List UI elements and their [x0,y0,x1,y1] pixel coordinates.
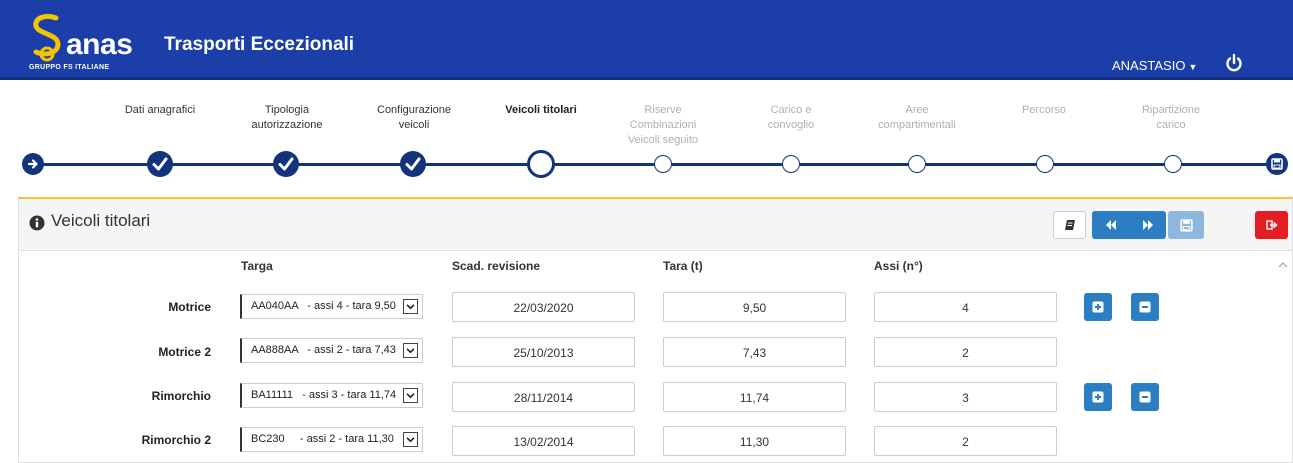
backward-icon [1105,220,1116,230]
chevron-up-icon[interactable] [1277,259,1289,271]
user-menu[interactable]: ANASTASIO ▼ [1112,58,1197,73]
chevron-down-icon [403,388,418,403]
power-icon[interactable] [1224,53,1244,73]
save-icon[interactable] [1266,153,1288,175]
panel-header: Veicoli titolari [19,199,1292,251]
step-label-veicoli-titolari: Veicoli titolari [505,104,577,116]
chevron-down-icon [403,343,418,358]
step-aree-compartimentali[interactable] [908,155,926,173]
step-label-riserve: Riserve Combinazioni Veicoli seguito [627,104,699,146]
targa-select-rimorchio-2[interactable]: BC230 - assi 2 - tara 11,30 [240,427,423,452]
scadenza-field-rimorchio[interactable]: 28/11/2014 [452,382,635,412]
step-ripartizione-carico[interactable] [1164,155,1182,173]
step-tipologia-autorizzazione[interactable] [273,151,299,177]
check-icon [278,157,294,171]
brand-name: anas [66,28,133,61]
step-veicoli-titolari[interactable] [527,150,555,178]
step-riserve[interactable] [654,155,672,173]
assi-field-motrice[interactable]: 4 [874,292,1057,322]
column-header-targa: Targa [241,259,273,273]
book-icon [1064,220,1075,230]
arrow-right-icon[interactable] [22,153,44,175]
scadenza-field-rimorchio-2[interactable]: 13/02/2014 [452,426,635,456]
add-rimorchio-button[interactable] [1084,383,1112,411]
check-icon [405,157,421,171]
forward-icon [1142,220,1153,230]
book-button[interactable] [1053,211,1086,239]
step-label-ripartizione: Ripartizione carico [1141,104,1201,131]
row-label-motrice-2: Motrice 2 [158,345,211,359]
minus-icon [1139,391,1151,403]
scadenza-field-motrice-2[interactable]: 25/10/2013 [452,337,635,367]
app-title: Trasporti Eccezionali [164,34,355,55]
anas-logo[interactable]: anas GRUPPO FS ITALIANE [28,12,148,72]
row-label-motrice: Motrice [168,300,211,314]
assi-field-rimorchio[interactable]: 3 [874,382,1057,412]
step-label-aree: Aree compartimentali [878,104,956,131]
targa-select-rimorchio[interactable]: BA11111 - assi 3 - tara 11,74 [240,383,423,408]
check-icon [152,157,168,171]
step-label-dati-anagrafici: Dati anagrafici [124,104,196,116]
chevron-down-icon [403,432,418,447]
plus-icon [1092,301,1104,313]
step-dati-anagrafici[interactable] [147,151,173,177]
exit-button[interactable] [1255,211,1288,239]
column-header-assi: Assi (n°) [874,259,923,273]
minus-icon [1139,301,1151,313]
step-label-percorso: Percorso [1021,104,1067,116]
row-label-rimorchio: Rimorchio [151,389,211,403]
tara-field-rimorchio-2[interactable]: 11,30 [663,426,846,456]
step-carico-convoglio[interactable] [782,155,800,173]
row-label-rimorchio-2: Rimorchio 2 [141,433,211,447]
anas-s-logo [33,13,61,62]
tara-field-motrice-2[interactable]: 7,43 [663,337,846,367]
step-label-configurazione: Configurazione veicoli [377,104,451,131]
add-motrice-button[interactable] [1084,293,1112,321]
chevron-down-icon [403,299,418,314]
column-header-scadenza: Scad. revisione [452,259,541,273]
assi-field-rimorchio-2[interactable]: 2 [874,426,1057,456]
scadenza-field-motrice[interactable]: 22/03/2020 [452,292,635,322]
tara-field-motrice[interactable]: 9,50 [663,292,846,322]
next-step-button[interactable] [1129,211,1166,239]
step-label-tipologia: Tipologia autorizzazione [251,104,323,131]
targa-select-motrice[interactable]: AA040AA - assi 4 - tara 9,50 [240,294,423,319]
targa-select-motrice-2[interactable]: AA888AA - assi 2 - tara 7,43 [240,338,423,363]
tara-field-rimorchio[interactable]: 11,74 [663,382,846,412]
column-header-tara: Tara (t) [663,259,703,273]
user-name: ANASTASIO [1112,58,1186,73]
app-header: anas GRUPPO FS ITALIANE Trasporti Eccezi… [0,0,1293,80]
step-configurazione-veicoli[interactable] [400,151,426,177]
assi-field-motrice-2[interactable]: 2 [874,337,1057,367]
panel-title: Veicoli titolari [51,211,151,230]
previous-step-button[interactable] [1092,211,1129,239]
save-button[interactable] [1168,211,1204,239]
plus-icon [1092,391,1104,403]
exit-icon [1265,220,1277,230]
brand-subtitle: GRUPPO FS ITALIANE [29,64,110,71]
save-icon [1179,218,1193,232]
step-label-carico: Carico e convoglio [767,104,815,131]
remove-motrice-button[interactable] [1131,293,1159,321]
wizard-steps: Dati anagrafici Tipologia autorizzazione … [0,83,1293,193]
veicoli-titolari-panel: Veicoli titolari Targa Scad. revisione T… [18,197,1293,463]
caret-down-icon: ▼ [1188,62,1198,72]
remove-rimorchio-button[interactable] [1131,383,1159,411]
step-percorso[interactable] [1036,155,1054,173]
